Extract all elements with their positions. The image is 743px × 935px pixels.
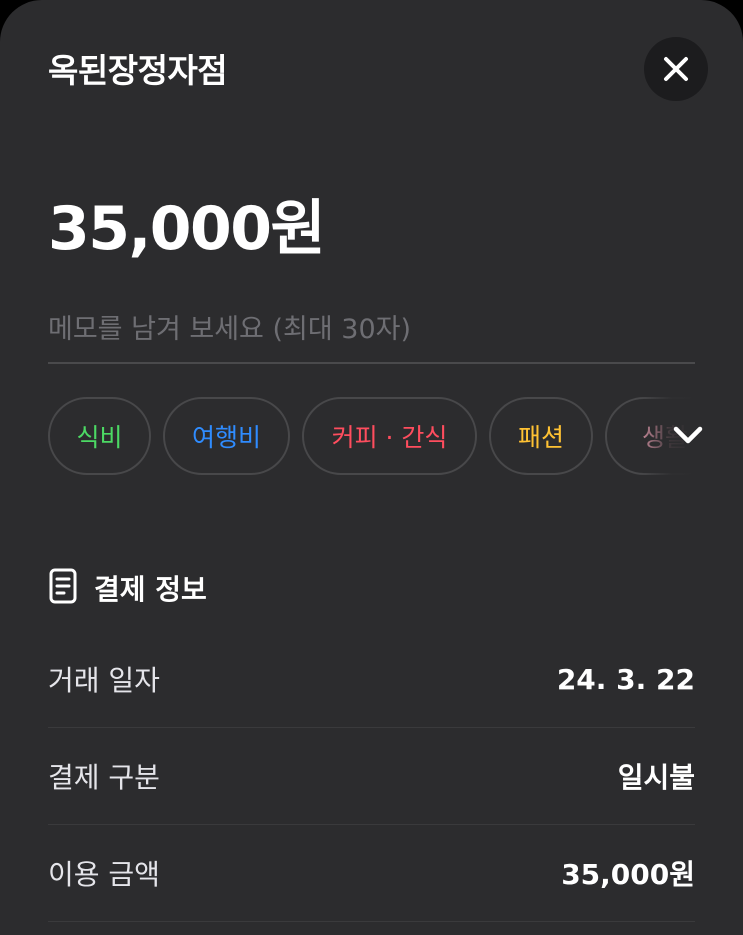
category-chip-label: 식비: [76, 423, 123, 452]
transaction-detail-sheet: 옥된장정자점 35,000원 식비 여행비 커피 · 간식 패션 생활: [0, 0, 743, 935]
category-chip-label: 여행비: [191, 423, 261, 452]
category-chip-label: 커피 · 간식: [331, 423, 448, 452]
info-row-value: 24. 3. 22: [556, 662, 695, 696]
category-chip-travel[interactable]: 여행비: [163, 397, 290, 475]
receipt-icon: [48, 568, 78, 608]
info-row-label: 결제 구분: [48, 761, 160, 794]
payment-info-title: 결제 정보: [94, 573, 207, 606]
close-icon: [663, 56, 689, 82]
info-row-transaction-date: 거래 일자 24. 3. 22: [48, 631, 695, 728]
expand-categories-button[interactable]: [668, 417, 708, 457]
category-chip-fashion[interactable]: 패션: [489, 397, 593, 475]
info-row-payment-type: 결제 구분 일시불: [48, 728, 695, 825]
category-chip-food[interactable]: 식비: [48, 397, 151, 475]
merchant-name: 옥된장정자점: [48, 51, 228, 90]
close-button[interactable]: [644, 37, 708, 101]
category-chip-label: 패션: [517, 423, 564, 452]
category-chip-coffee-snack[interactable]: 커피 · 간식: [302, 397, 477, 475]
category-chip-list[interactable]: 식비 여행비 커피 · 간식 패션 생활: [48, 397, 743, 475]
info-row-label: 거래 일자: [48, 664, 160, 697]
info-row-label: 이용 금액: [48, 858, 160, 891]
chevron-down-icon: [673, 425, 703, 449]
info-row-value: 일시불: [617, 761, 695, 794]
memo-input[interactable]: [48, 296, 695, 364]
info-row-value: 35,000원: [561, 858, 695, 891]
transaction-amount: 35,000원: [48, 194, 326, 264]
payment-info-header: 결제 정보: [48, 568, 207, 608]
info-row-amount: 이용 금액 35,000원: [48, 825, 695, 922]
